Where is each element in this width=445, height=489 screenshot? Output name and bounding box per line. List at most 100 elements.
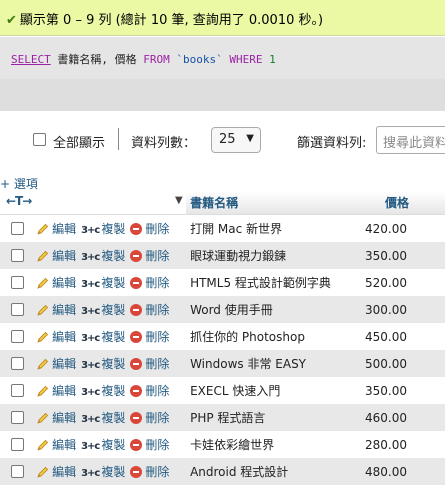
copy-icon: 3+c (81, 252, 100, 263)
delete-button[interactable]: 刪除 (130, 463, 169, 480)
edit-button[interactable]: 編輯 (25, 463, 76, 480)
row-actions: 編輯 3+c 複製 刪除 (25, 377, 187, 404)
row-checkbox[interactable] (11, 303, 24, 316)
copy-icon: 3+c (81, 441, 100, 452)
delete-icon (130, 412, 143, 424)
column-header-name[interactable]: 書籍名稱 (186, 191, 343, 215)
sql-where-keyword: WHERE (229, 53, 263, 66)
row-actions: 編輯 3+c 複製 刪除 (25, 431, 187, 458)
show-all-checkbox[interactable] (33, 133, 46, 146)
delete-button[interactable]: 刪除 (130, 436, 169, 453)
cell-price: 480.00 (342, 458, 445, 485)
sql-select-keyword[interactable]: SELECT (11, 53, 51, 66)
delete-button[interactable]: 刪除 (130, 409, 169, 426)
copy-button[interactable]: 3+c 複製 (81, 409, 125, 426)
cell-book-name: Android 程式設計 (186, 458, 343, 485)
row-checkbox-cell (0, 458, 26, 485)
divider (118, 128, 119, 150)
check-icon: ✔ (6, 13, 17, 28)
copy-button[interactable]: 3+c 複製 (81, 220, 125, 237)
table-row: 編輯 3+c 複製 刪除 眼球運動視力鍛鍊 350.00 (0, 242, 445, 269)
edit-button[interactable]: 編輯 (25, 328, 76, 345)
delete-label: 刪除 (145, 438, 170, 452)
filter-search-input[interactable]: 搜尋此資料 (376, 126, 445, 154)
row-checkbox-cell (0, 269, 26, 296)
row-checkbox[interactable] (11, 438, 24, 451)
edit-button[interactable]: 編輯 (25, 436, 76, 453)
row-checkbox-cell (0, 242, 26, 269)
copy-button[interactable]: 3+c 複製 (81, 355, 125, 372)
row-checkbox-cell (0, 377, 26, 404)
sql-query-box: SELECT 書籍名稱, 價格 FROM `books` WHERE 1 (0, 37, 445, 79)
edit-button[interactable]: 編輯 (25, 247, 76, 264)
row-checkbox[interactable] (11, 465, 24, 478)
delete-button[interactable]: 刪除 (130, 328, 169, 345)
row-count-label: 資料列數： (131, 136, 197, 151)
cell-price: 280.00 (342, 431, 445, 458)
row-checkbox-cell (0, 404, 26, 431)
sql-columns: 書籍名稱, 價格 (57, 53, 137, 66)
delete-button[interactable]: 刪除 (130, 382, 169, 399)
edit-button[interactable]: 編輯 (25, 220, 76, 237)
copy-label: 複製 (101, 465, 126, 479)
row-actions: 編輯 3+c 複製 刪除 (25, 269, 187, 296)
options-link[interactable]: + 選項 (0, 175, 38, 192)
column-header-price[interactable]: 價格 (342, 191, 445, 215)
edit-button[interactable]: 編輯 (25, 382, 76, 399)
copy-button[interactable]: 3+c 複製 (81, 328, 125, 345)
row-checkbox[interactable] (11, 222, 24, 235)
delete-label: 刪除 (145, 222, 170, 236)
copy-icon: 3+c (81, 225, 100, 236)
row-checkbox[interactable] (11, 384, 24, 397)
edit-button[interactable]: 編輯 (25, 274, 76, 291)
delete-label: 刪除 (145, 465, 170, 479)
table-row: 編輯 3+c 複製 刪除 HTML5 程式設計範例字典 520.00 (0, 269, 445, 296)
edit-label: 編輯 (52, 411, 77, 425)
delete-icon (130, 223, 143, 235)
pencil-icon (37, 250, 49, 262)
table-row: 編輯 3+c 複製 刪除 PHP 程式語言 460.00 (0, 404, 445, 431)
delete-button[interactable]: 刪除 (130, 247, 169, 264)
edit-button[interactable]: 編輯 (25, 301, 76, 318)
table-row: 編輯 3+c 複製 刪除 打開 Mac 新世界 420.00 (0, 214, 445, 242)
delete-button[interactable]: 刪除 (130, 301, 169, 318)
copy-button[interactable]: 3+c 複製 (81, 436, 125, 453)
edit-button[interactable]: 編輯 (25, 409, 76, 426)
copy-button[interactable]: 3+c 複製 (81, 463, 125, 480)
delete-button[interactable]: 刪除 (130, 220, 169, 237)
row-actions: 編輯 3+c 複製 刪除 (25, 323, 187, 350)
sort-triangle-icon[interactable]: ▼ (175, 195, 183, 206)
copy-button[interactable]: 3+c 複製 (81, 382, 125, 399)
row-checkbox[interactable] (11, 249, 24, 262)
row-checkbox[interactable] (11, 357, 24, 370)
copy-button[interactable]: 3+c 複製 (81, 301, 125, 318)
copy-icon: 3+c (81, 360, 100, 371)
cell-book-name: EXECL 快速入門 (186, 377, 343, 404)
edit-label: 編輯 (52, 384, 77, 398)
row-checkbox-cell (0, 296, 26, 323)
row-count-select[interactable]: 25 ▼ (211, 127, 261, 153)
results-table: ←T→ ▼ 書籍名稱 價格 編輯 3+c 複製 刪除 打開 Mac 新世界 420.00 編… (0, 191, 445, 485)
delete-button[interactable]: 刪除 (130, 355, 169, 372)
row-actions: 編輯 3+c 複製 刪除 (25, 350, 187, 377)
edit-label: 編輯 (52, 330, 77, 344)
row-checkbox[interactable] (11, 411, 24, 424)
delete-button[interactable]: 刪除 (130, 274, 169, 291)
show-all-label[interactable]: 全部顯示 (53, 132, 105, 151)
copy-icon: 3+c (81, 279, 100, 290)
column-resize-arrows-icon[interactable]: ←T→ (6, 194, 32, 208)
row-actions: 編輯 3+c 複製 刪除 (25, 404, 187, 431)
row-actions: 編輯 3+c 複製 刪除 (25, 296, 187, 323)
edit-label: 編輯 (52, 438, 77, 452)
cell-book-name: Windows 非常 EASY (186, 350, 343, 377)
row-checkbox[interactable] (11, 276, 24, 289)
row-checkbox[interactable] (11, 330, 24, 343)
row-actions: 編輯 3+c 複製 刪除 (25, 214, 187, 242)
copy-button[interactable]: 3+c 複製 (81, 274, 125, 291)
copy-button[interactable]: 3+c 複製 (81, 247, 125, 264)
table-header-row: ←T→ ▼ 書籍名稱 價格 (0, 191, 445, 215)
pencil-icon (37, 385, 49, 397)
delete-label: 刪除 (145, 330, 170, 344)
cell-book-name: 卡娃依彩繪世界 (186, 431, 343, 458)
edit-button[interactable]: 編輯 (25, 355, 76, 372)
